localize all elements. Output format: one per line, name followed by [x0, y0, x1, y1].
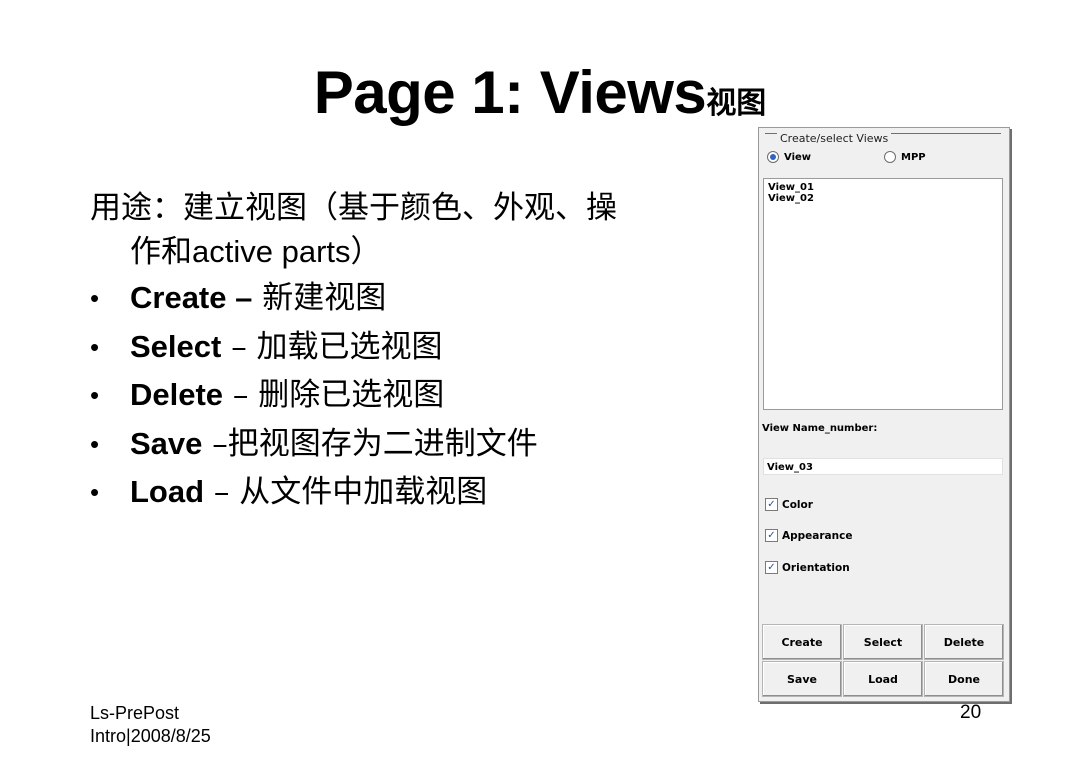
radio-view-label: View	[784, 151, 812, 163]
checkbox-color[interactable]: ✓ Color	[765, 498, 813, 511]
bullet-delete: • Delete – 删除已选视图	[90, 371, 690, 420]
group-frame: Create/select Views	[765, 132, 1001, 145]
checkbox-appearance-label: Appearance	[782, 529, 853, 542]
delete-button[interactable]: Delete	[924, 624, 1004, 660]
radio-checked-icon	[767, 151, 779, 163]
views-listbox[interactable]: View_01 View_02	[763, 178, 1003, 410]
load-button[interactable]: Load	[843, 661, 923, 697]
bullet-create-desc: 新建视图	[252, 280, 387, 316]
footer: Ls-PrePost Intro|2008/8/25	[90, 702, 211, 748]
bullet-load-term: Load	[130, 474, 205, 509]
bullet-delete-desc: – 删除已选视图	[223, 377, 445, 413]
checkbox-appearance[interactable]: ✓ Appearance	[765, 529, 852, 542]
create-button[interactable]: Create	[762, 624, 842, 660]
purpose-line-2-suffix: ）	[350, 234, 382, 270]
checkmark-icon: ✓	[765, 561, 778, 574]
bullet-create: • Create – 新建视图	[90, 274, 690, 323]
purpose-text: 用途：建立视图（基于颜色、外观、操 作和active parts）	[90, 186, 690, 274]
bullet-icon: •	[90, 283, 100, 313]
checkmark-icon: ✓	[765, 529, 778, 542]
bullet-save: • Save –把视图存为二进制文件	[90, 420, 690, 469]
bullet-icon: •	[90, 477, 100, 507]
radio-mpp-label: MPP	[901, 151, 926, 163]
bullet-list: • Create – 新建视图 • Select – 加载已选视图 • Delete …	[90, 274, 690, 517]
bullet-select-desc: – 加载已选视图	[221, 328, 443, 365]
select-button[interactable]: Select	[843, 624, 923, 660]
list-item[interactable]: View_01	[764, 182, 1002, 193]
list-item[interactable]: View_02	[764, 193, 1002, 204]
radio-view[interactable]: View	[767, 151, 811, 163]
bullet-create-term: Create –	[130, 280, 253, 315]
radio-mpp[interactable]: MPP	[884, 151, 926, 163]
group-title: Create/select Views	[777, 132, 892, 145]
bullet-delete-term: Delete	[130, 377, 224, 412]
slide-body: 用途：建立视图（基于颜色、外观、操 作和active parts） • Creat…	[90, 186, 690, 517]
bullet-save-desc: –把视图存为二进制文件	[202, 425, 538, 462]
done-button[interactable]: Done	[924, 661, 1004, 697]
checkbox-orientation-label: Orientation	[782, 561, 850, 574]
views-dialog: Create/select Views View MPP View_01 Vie…	[758, 127, 1010, 702]
bullet-select-term: Select	[130, 328, 222, 364]
view-name-input[interactable]: View_03	[763, 458, 1003, 475]
checkmark-icon: ✓	[765, 498, 778, 511]
purpose-line-2: 作和active parts）	[90, 230, 690, 274]
purpose-line-1: 用途：建立视图（基于颜色、外观、操	[90, 190, 617, 226]
view-name-label: View Name_number:	[762, 423, 878, 434]
slide-title-main: Page 1: Views	[313, 59, 707, 126]
purpose-line-2-latin: active parts	[192, 234, 351, 269]
save-button[interactable]: Save	[762, 661, 842, 697]
bullet-load-desc: – 从文件中加载视图	[204, 474, 488, 510]
bullet-icon: •	[90, 331, 100, 362]
slide-title-sub: 视图	[706, 86, 767, 121]
slide-title: Page 1: Views视图	[0, 58, 1080, 127]
bullet-load: • Load – 从文件中加载视图	[90, 468, 690, 517]
page-number: 20	[960, 702, 982, 723]
bullet-save-term: Save	[130, 425, 203, 461]
bullet-select: • Select – 加载已选视图	[90, 323, 690, 372]
purpose-line-2-prefix: 作和	[130, 234, 192, 270]
checkbox-color-label: Color	[782, 498, 813, 511]
bullet-icon: •	[90, 428, 100, 459]
radio-unchecked-icon	[884, 151, 896, 163]
checkbox-orientation[interactable]: ✓ Orientation	[765, 561, 850, 574]
footer-line-1: Ls-PrePost	[90, 703, 180, 723]
bullet-icon: •	[90, 380, 100, 410]
footer-line-2: Intro|2008/8/25	[90, 726, 211, 746]
